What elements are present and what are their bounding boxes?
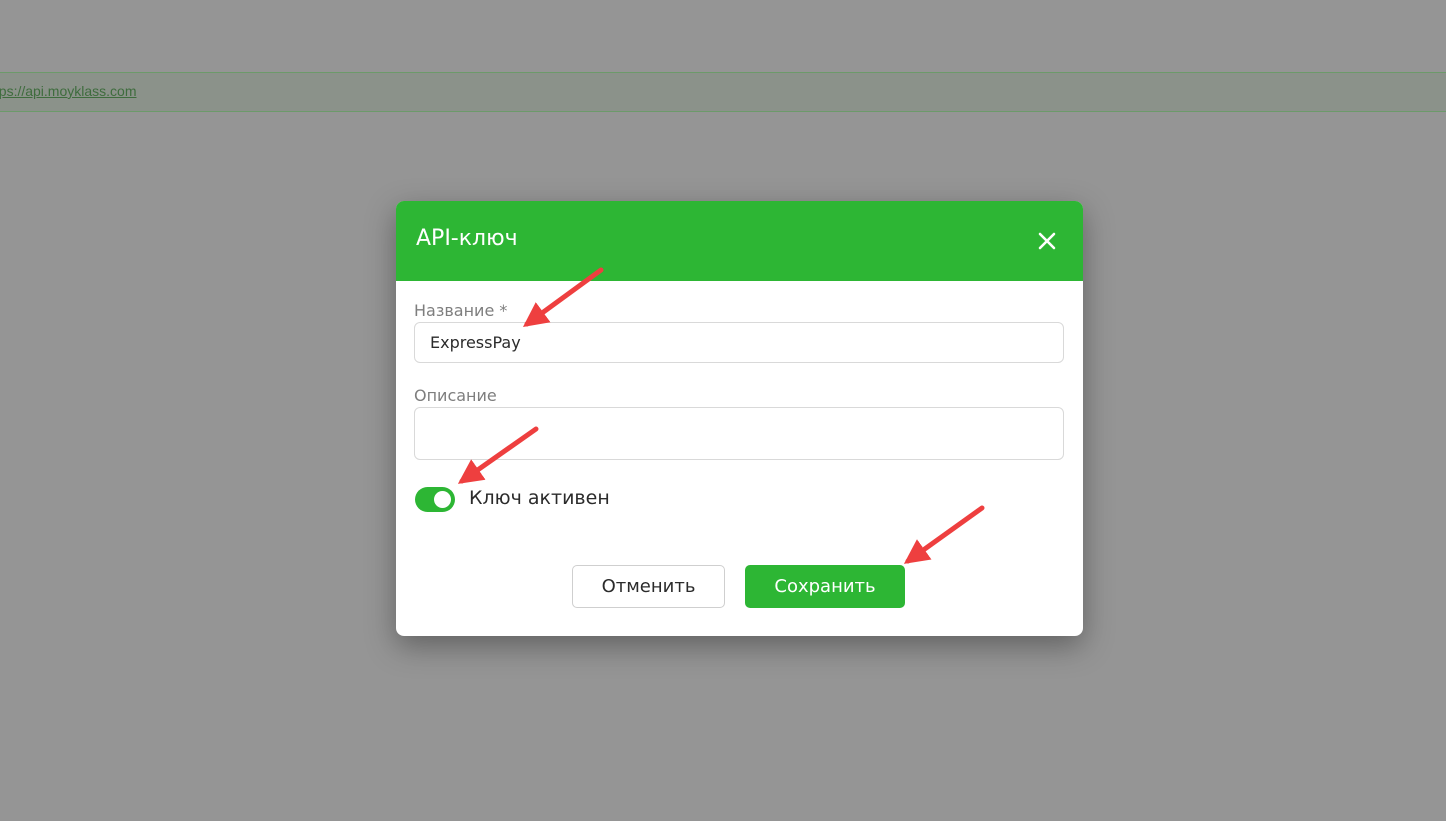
close-button[interactable] [1035, 229, 1059, 253]
name-field-label: Название * [414, 301, 508, 320]
cancel-button[interactable]: Отменить [572, 565, 725, 608]
save-button[interactable]: Сохранить [745, 565, 905, 608]
background-api-link[interactable]: ttps://api.moyklass.com [0, 83, 137, 99]
api-key-dialog: API-ключ Название * Описание Ключ активе… [396, 201, 1083, 636]
toggle-knob [434, 491, 451, 508]
close-icon [1038, 232, 1056, 250]
name-input[interactable] [414, 322, 1064, 363]
dialog-title: API-ключ [416, 226, 518, 251]
key-active-label: Ключ активен [469, 487, 610, 509]
description-input[interactable] [414, 407, 1064, 460]
description-field-label: Описание [414, 386, 497, 405]
key-active-toggle[interactable] [415, 487, 455, 512]
background-banner: ttps://api.moyklass.com [0, 72, 1446, 112]
dialog-header: API-ключ [396, 201, 1083, 281]
